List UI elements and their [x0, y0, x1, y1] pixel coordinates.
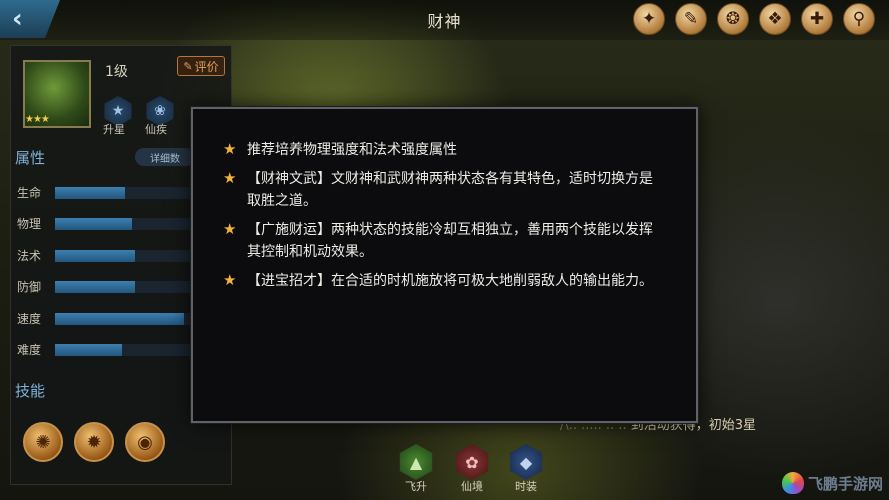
attr-row-defense: 防御: [17, 276, 217, 296]
attr-label: 物理: [17, 217, 42, 231]
attr-bar-fill: [55, 313, 184, 325]
tip-item: ★ 【财神文武】文财神和武财神两种状态各有其特色，适时切换方是取胜之道。: [223, 168, 663, 212]
skill-crab-icon[interactable]: ✹: [74, 422, 114, 462]
tab-costume-label[interactable]: 时装: [508, 478, 544, 494]
rate-label: 评价: [194, 59, 219, 74]
fairy-label: 仙疾: [145, 123, 167, 136]
tips-modal[interactable]: ★ 推荐培养物理强度和法术强度属性 ★ 【财神文武】文财神和武财神两种状态各有其…: [191, 107, 698, 423]
rate-button[interactable]: ✎ 评价: [177, 56, 225, 76]
attr-bar-fill: [55, 218, 132, 230]
tab-fairyland-label[interactable]: 仙境: [454, 478, 490, 494]
coin-icon[interactable]: ❂: [717, 3, 749, 35]
attr-bar-fill: [55, 281, 135, 293]
tab-ascend-label[interactable]: 飞升: [398, 478, 434, 494]
scroll-seal-icon[interactable]: ✦: [633, 3, 665, 35]
star-icon: ★: [223, 220, 237, 238]
pen-icon: ✎: [183, 59, 193, 73]
star-icon: ★: [223, 140, 237, 158]
attr-bar: [55, 281, 195, 293]
attr-row-difficulty: 难度: [17, 339, 217, 359]
attr-bar: [55, 250, 195, 262]
attr-label: 法术: [17, 249, 42, 263]
hero-level: 1级: [105, 64, 128, 80]
attr-row-speed: 速度: [17, 308, 217, 328]
star-icon: ★: [223, 169, 237, 187]
attr-row-physical: 物理: [17, 213, 217, 233]
top-bar: ‹ 财神 ✦ ✎ ❂ ❖ ✚ ⚲: [0, 0, 889, 40]
tip-item: ★ 【广施财运】两种状态的技能冷却互相独立，善用两个技能以发挥其控制和机动效果。: [223, 219, 663, 263]
skill-swirl-icon[interactable]: ✺: [23, 422, 63, 462]
attr-bar: [55, 218, 195, 230]
detail-button[interactable]: 详细数: [135, 148, 195, 166]
tab-costume-icon[interactable]: ◆: [509, 444, 543, 480]
attr-bar-fill: [55, 344, 123, 356]
watermark: 飞鹏手游网: [781, 472, 883, 494]
attr-bar: [55, 344, 195, 356]
tip-text: 【广施财运】两种状态的技能冷却互相独立，善用两个技能以发挥其控制和机动效果。: [247, 222, 653, 260]
map-icon[interactable]: ❖: [759, 3, 791, 35]
magnifier-icon[interactable]: ⚲: [843, 3, 875, 35]
skill-ingot-icon[interactable]: ◉: [125, 422, 165, 462]
star-icon: ★: [223, 271, 237, 289]
attr-label: 防御: [17, 280, 42, 294]
attr-bar-fill: [55, 187, 125, 199]
attr-label: 生命: [17, 186, 42, 200]
attr-label: 难度: [17, 343, 42, 357]
tips-list: ★ 推荐培养物理强度和法术强度属性 ★ 【财神文武】文财神和武财神两种状态各有其…: [223, 139, 663, 299]
upgrade-star-label: 升星: [103, 123, 125, 136]
tip-item: ★ 推荐培养物理强度和法术强度属性: [223, 139, 663, 161]
tip-item: ★ 【进宝招才】在合适的时机施放将可极大地削弱敌人的输出能力。: [223, 270, 663, 292]
attr-row-life: 生命: [17, 182, 217, 202]
tip-text: 【财神文武】文财神和武财神两种状态各有其特色，适时切换方是取胜之道。: [247, 171, 653, 209]
attr-bar: [55, 187, 195, 199]
watermark-text: 飞鹏手游网: [807, 474, 883, 493]
scroll-icon[interactable]: ✎: [675, 3, 707, 35]
hero-stars: ★★★: [25, 114, 50, 125]
attr-bar: [55, 313, 195, 325]
tip-text: 推荐培养物理强度和法术强度属性: [247, 142, 457, 158]
attr-label: 速度: [17, 312, 42, 326]
bottom-tabs: ▲ 飞升 ✿ 仙境 ◆ 时装: [398, 444, 548, 500]
skills-title: 技能: [15, 382, 46, 400]
attr-row-magic: 法术: [17, 245, 217, 265]
attr-bar-fill: [55, 250, 135, 262]
attributes-title: 属性: [15, 149, 46, 167]
apple-logo-icon: [781, 472, 804, 494]
top-icon-bar: ✦ ✎ ❂ ❖ ✚ ⚲: [633, 3, 875, 35]
tab-ascend-icon[interactable]: ▲: [399, 444, 433, 480]
tab-fairyland-icon[interactable]: ✿: [455, 444, 489, 480]
tip-text: 【进宝招才】在合适的时机施放将可极大地削弱敌人的输出能力。: [247, 273, 653, 289]
book-icon[interactable]: ✚: [801, 3, 833, 35]
